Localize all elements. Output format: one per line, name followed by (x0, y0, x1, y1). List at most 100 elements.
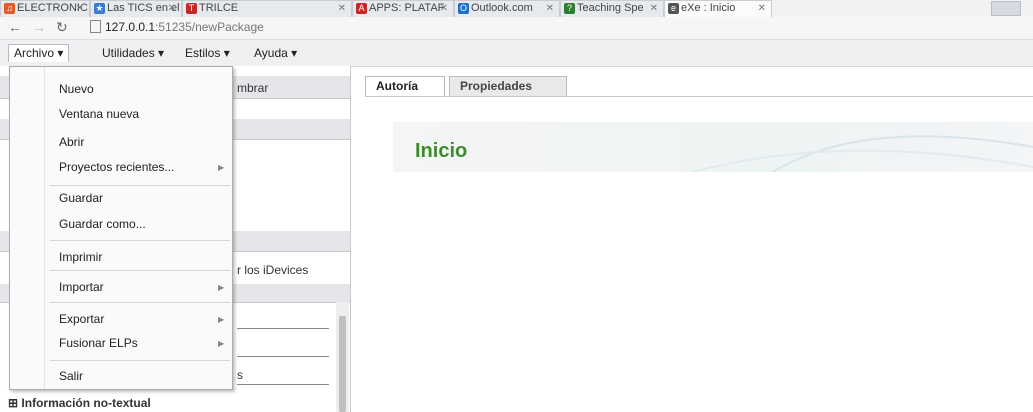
idevice-category-info-no-textual[interactable]: ⊞ Información no-textual (8, 396, 151, 410)
browser-tab-tics[interactable]: ★ Las TICS en el ✕ (90, 0, 182, 17)
close-icon[interactable]: ✕ (338, 1, 346, 16)
menu-ayuda-label: Ayuda (254, 46, 288, 60)
headphones-icon: ♫ (4, 3, 15, 14)
menu-item-label: Imprimir (59, 250, 103, 264)
tab-autoria-label: Autoría (376, 79, 418, 93)
menu-utilidades[interactable]: Utilidades ▾ (97, 45, 169, 62)
menu-separator (50, 185, 230, 186)
menu-item-guardar-como[interactable]: Guardar como... (59, 214, 146, 234)
tab-title: TRILCE (199, 2, 239, 14)
close-icon[interactable]: ✕ (650, 1, 658, 16)
close-icon[interactable]: ✕ (758, 1, 766, 16)
menu-item-nuevo[interactable]: Nuevo (59, 79, 94, 99)
apps-icon: A (356, 3, 367, 14)
browser-tab-strip: ♫ ELECTRONIC ✕ ★ Las TICS en el ✕ T TRIL… (0, 0, 1033, 17)
idevices-scrollbar[interactable] (336, 302, 349, 412)
page-title: Inicio (415, 140, 468, 162)
caret-down-icon: ▾ (223, 46, 230, 60)
address-bar: ← → ↻ 127.0.0.1:51235/newPackage (0, 17, 1033, 40)
close-icon[interactable]: ✕ (440, 1, 448, 16)
menu-gutter (10, 67, 45, 389)
caret-down-icon: ▾ (158, 46, 165, 60)
idevice-item-partial[interactable]: s (237, 368, 243, 382)
browser-tab-outlook[interactable]: O Outlook.com ✕ (454, 0, 560, 17)
menu-archivo[interactable]: Archivo ▾ (8, 44, 70, 62)
back-icon[interactable]: ← (8, 19, 22, 35)
tab-title: APPS: PLATAF (369, 2, 445, 14)
divider (237, 384, 329, 385)
reload-icon[interactable]: ↻ (56, 19, 68, 36)
menu-item-guardar[interactable]: Guardar (59, 188, 103, 208)
archivo-dropdown-menu: Nuevo Ventana nueva Abrir Proyectos reci… (9, 66, 233, 390)
menu-archivo-label: Archivo (14, 46, 55, 60)
menu-item-label: Importar (59, 280, 104, 294)
menu-item-salir[interactable]: Salir (59, 366, 83, 386)
menu-item-abrir[interactable]: Abrir (59, 132, 84, 152)
menu-item-label: Exportar (59, 312, 105, 326)
menu-utilidades-label: Utilidades (102, 46, 155, 60)
menu-item-ventana-nueva[interactable]: Ventana nueva (59, 104, 139, 124)
menu-separator (50, 270, 230, 271)
submenu-arrow-icon: ▶ (218, 339, 225, 348)
menu-separator (50, 240, 230, 241)
menu-bar: Archivo ▾ Utilidades ▾ Estilos ▾ Ayuda ▾ (0, 40, 1033, 67)
tab-propiedades-label: Propiedades (460, 79, 533, 93)
close-icon[interactable]: ✕ (546, 1, 554, 16)
tab-underline (365, 96, 1033, 97)
forward-icon[interactable]: → (32, 19, 46, 35)
close-icon[interactable]: ✕ (168, 1, 176, 16)
menu-item-label: Proyectos recientes... (59, 160, 175, 174)
menu-item-label: Salir (59, 369, 84, 383)
scrollbar-thumb[interactable] (339, 316, 346, 412)
teaching-icon: ? (564, 3, 575, 14)
url-path: :51235/newPackage (155, 20, 264, 34)
rename-button[interactable]: mbrar (237, 81, 268, 95)
window-minimize-button[interactable] (991, 1, 1021, 16)
browser-tab-trilce[interactable]: T TRILCE ✕ (182, 0, 352, 17)
caret-down-icon: ▾ (291, 46, 298, 60)
tab-title: Teaching Spe (577, 2, 644, 14)
browser-tab-electronic[interactable]: ♫ ELECTRONIC ✕ (0, 0, 90, 17)
menu-estilos[interactable]: Estilos ▾ (180, 45, 235, 62)
caret-down-icon: ▾ (57, 46, 64, 60)
page-banner: Inicio (393, 122, 1033, 172)
menu-item-label: Nuevo (59, 82, 94, 96)
menu-item-importar[interactable]: Importar (59, 277, 104, 297)
menu-item-label: Guardar (59, 191, 104, 205)
submenu-arrow-icon: ▶ (218, 163, 225, 172)
outlook-icon: O (458, 3, 469, 14)
menu-estilos-label: Estilos (185, 46, 221, 60)
close-icon[interactable]: ✕ (76, 1, 84, 16)
menu-item-fusionar-elps[interactable]: Fusionar ELPs (59, 333, 138, 353)
page-icon (90, 20, 101, 33)
browser-tab-teaching[interactable]: ? Teaching Spe ✕ (560, 0, 664, 17)
divider (237, 356, 329, 357)
menu-item-exportar[interactable]: Exportar (59, 309, 104, 329)
menu-separator (50, 302, 230, 303)
tics-icon: ★ (94, 3, 105, 14)
divider (237, 328, 329, 329)
menu-item-proyectos-recientes[interactable]: Proyectos recientes... (59, 157, 174, 177)
expand-icon[interactable]: ⊞ (8, 396, 18, 410)
exe-icon: e (668, 3, 679, 14)
url-host: 127.0.0.1 (105, 20, 156, 34)
tab-title: Outlook.com (471, 2, 533, 14)
menu-item-label: Fusionar ELPs (59, 336, 138, 350)
menu-item-imprimir[interactable]: Imprimir (59, 247, 102, 267)
banner-swoosh (692, 135, 1033, 172)
browser-tab-apps[interactable]: A APPS: PLATAF ✕ (352, 0, 454, 17)
idevices-edit-link[interactable]: r los iDevices (237, 263, 308, 277)
browser-tab-exe[interactable]: e eXe : Inicio ✕ (664, 0, 772, 17)
menu-item-label: Abrir (59, 135, 85, 149)
menu-separator (50, 360, 230, 361)
tab-title: eXe : Inicio (681, 2, 736, 14)
category-label: Información no-textual (21, 396, 151, 410)
menu-ayuda[interactable]: Ayuda ▾ (249, 45, 302, 62)
menu-item-label: Ventana nueva (59, 107, 140, 121)
tab-autoria[interactable]: Autoría (365, 76, 445, 96)
menu-item-label: Guardar como... (59, 217, 146, 231)
submenu-arrow-icon: ▶ (218, 315, 225, 324)
tab-propiedades[interactable]: Propiedades (449, 76, 567, 96)
trilce-icon: T (186, 3, 197, 14)
url-field[interactable]: 127.0.0.1:51235/newPackage (90, 19, 450, 35)
